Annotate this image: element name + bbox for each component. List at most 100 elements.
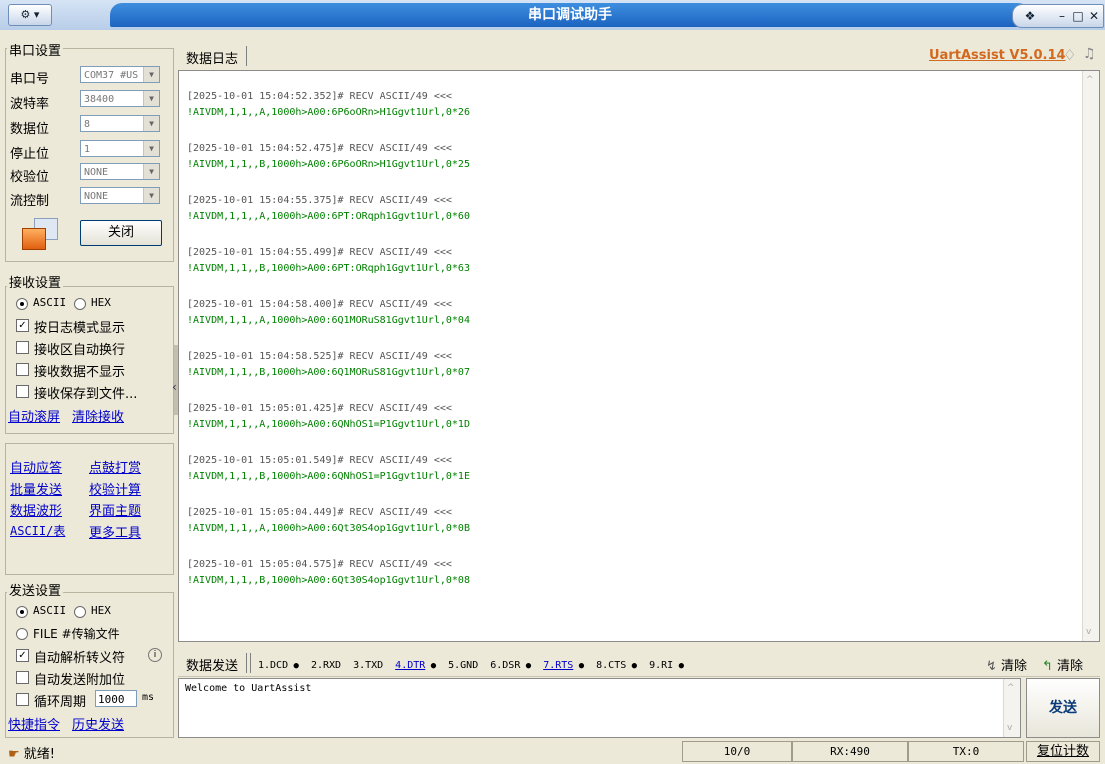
send-input-box[interactable]: Welcome to UartAssist ^ v <box>178 678 1021 738</box>
send-scrollbar[interactable]: ^ v <box>1003 679 1020 737</box>
info-icon[interactable]: i <box>148 648 162 662</box>
status-tx: TX:0 <box>908 741 1024 762</box>
append-bits-checkbox[interactable] <box>16 671 29 684</box>
signal-pin-label: 9.RI <box>649 660 674 671</box>
window-title: 串口调试助手 <box>528 7 612 23</box>
pin-icon[interactable]: ❖ <box>1019 5 1041 27</box>
log-entry-data: !AIVDM,1,1,,B,1000h>A00:6QNhOS1=P1Ggvt1U… <box>187 471 470 482</box>
scroll-down-icon[interactable]: v <box>1007 723 1012 733</box>
clear-send-button[interactable]: ↯ 清除 <box>986 655 1027 674</box>
auto-scroll-link[interactable]: 自动滚屏 <box>8 406 60 425</box>
send-file-radio[interactable] <box>16 628 28 640</box>
signal-pin-label: 8.CTS <box>596 660 627 671</box>
app-menu-button[interactable]: ⚙ ▾ <box>8 4 52 26</box>
stopbits-select[interactable]: 1 ▼ <box>80 140 160 157</box>
auto-wrap-checkbox[interactable] <box>16 341 29 354</box>
signal-pin: 8.CTS ● <box>596 660 637 671</box>
send-toolbar: 数据发送 1.DCD ● 2.RXD 3.TXD 4.DTR ● 5.GND 6.DSR … <box>178 650 1100 677</box>
signal-pin: 1.DCD ● <box>258 660 299 671</box>
diamond-icon[interactable]: ♢ <box>1063 46 1076 64</box>
tool-more[interactable]: 更多工具 <box>89 522 141 541</box>
port-label: 串口号 <box>10 72 50 87</box>
receive-log-area[interactable]: [2025-10-01 15:04:52.352]# RECV ASCII/49… <box>178 70 1100 642</box>
signal-pins: 1.DCD ● 2.RXD 3.TXD 4.DTR ● 5.GND 6.DSR ● 7.RT… <box>258 657 696 671</box>
signal-pin-label: 3.TXD <box>353 660 384 671</box>
databits-select[interactable]: 8 ▼ <box>80 115 160 132</box>
signal-pin: 6.DSR ● <box>490 660 531 671</box>
status-rx: RX:490 <box>792 741 908 762</box>
signal-pin[interactable]: 7.RTS ● <box>543 660 584 671</box>
app-icon: ⚙ <box>20 8 31 21</box>
quick-commands-link[interactable]: 快捷指令 <box>8 714 60 733</box>
log-entry-header: [2025-10-01 15:05:01.549]# RECV ASCII/49… <box>187 455 452 466</box>
tool-waveform[interactable]: 数据波形 <box>10 500 62 519</box>
hide-data-checkbox[interactable] <box>16 363 29 376</box>
databits-label: 数据位 <box>10 122 50 137</box>
send-button[interactable]: 发送 <box>1026 678 1100 738</box>
scroll-up-icon[interactable]: ^ <box>1086 75 1094 85</box>
bell-icon[interactable]: ♫ <box>1083 46 1096 62</box>
send-hex-radio[interactable] <box>74 606 86 618</box>
tool-checksum[interactable]: 校验计算 <box>89 479 141 498</box>
signal-dot-icon: ● <box>425 661 437 671</box>
close-port-button[interactable]: 关闭 <box>80 220 162 246</box>
signal-pin-label: 7.RTS <box>543 660 574 671</box>
cycle-checkbox[interactable] <box>16 693 29 706</box>
tool-theme[interactable]: 界面主题 <box>89 500 141 519</box>
escape-checkbox[interactable]: ✓ <box>16 649 29 662</box>
status-ready: ☛ 就绪! <box>8 747 56 762</box>
log-entry-header: [2025-10-01 15:04:55.499]# RECV ASCII/49… <box>187 247 452 258</box>
save-file-checkbox[interactable] <box>16 385 29 398</box>
log-entry-data: !AIVDM,1,1,,B,1000h>A00:6P6oORn>H1Ggvt1U… <box>187 159 470 170</box>
tool-batch-send[interactable]: 批量发送 <box>10 479 62 498</box>
tool-tip[interactable]: 点鼓打赏 <box>89 457 141 476</box>
signal-dot-icon: ● <box>626 661 638 671</box>
recv-ascii-label: ASCII <box>33 296 67 309</box>
tool-ascii-table[interactable]: ASCII/表 <box>10 522 65 539</box>
tab-data-log[interactable]: 数据日志 <box>186 48 238 67</box>
log-entry-header: [2025-10-01 15:04:58.525]# RECV ASCII/49… <box>187 351 452 362</box>
log-entry-data: !AIVDM,1,1,,B,1000h>A00:6PT:ORqph1Ggvt1U… <box>187 263 470 274</box>
baud-select[interactable]: 38400 ▼ <box>80 90 160 107</box>
save-file-label: 接收保存到文件... <box>34 387 138 402</box>
clear-all-button[interactable]: ↰ 清除 <box>1042 655 1083 674</box>
log-mode-checkbox[interactable]: ✓ <box>16 319 29 332</box>
close-window-button[interactable]: ✕ <box>1083 5 1105 27</box>
cycle-label: 循环周期 <box>34 695 87 710</box>
parity-select[interactable]: NONE ▼ <box>80 163 160 180</box>
signal-pin: 3.TXD <box>353 660 383 671</box>
log-entry-data: !AIVDM,1,1,,B,1000h>A00:6Qt30S4op1Ggvt1U… <box>187 575 470 586</box>
tool-auto-reply[interactable]: 自动应答 <box>10 457 62 476</box>
reset-count-button[interactable]: 复位计数 <box>1026 741 1100 762</box>
brand-version-link[interactable]: UartAssist V5.0.14 <box>929 48 1066 63</box>
flow-select[interactable]: NONE ▼ <box>80 187 160 204</box>
scroll-up-icon[interactable]: ^ <box>1007 683 1015 693</box>
chevron-down-icon: ▼ <box>143 67 159 82</box>
log-entry-data: !AIVDM,1,1,,A,1000h>A00:6PT:ORqph1Ggvt1U… <box>187 211 470 222</box>
recv-ascii-radio[interactable] <box>16 298 28 310</box>
signal-pin: 9.RI ● <box>649 660 684 671</box>
signal-pin: 5.GND <box>448 660 478 671</box>
port-select[interactable]: COM37 #US ▼ <box>80 66 160 83</box>
scroll-down-icon[interactable]: v <box>1086 627 1091 637</box>
clear-receive-link[interactable]: 清除接收 <box>72 406 124 425</box>
cycle-unit: ms <box>142 692 155 703</box>
send-settings-title: 发送设置 <box>7 580 64 599</box>
recv-hex-radio[interactable] <box>74 298 86 310</box>
log-entry-header: [2025-10-01 15:04:52.352]# RECV ASCII/49… <box>187 91 452 102</box>
send-ascii-radio[interactable] <box>16 606 28 618</box>
title-bar: ⚙ ▾ 串口调试助手 ❖ – □ ✕ <box>0 0 1105 30</box>
tab-data-send[interactable]: 数据发送 <box>186 655 238 674</box>
signal-dot-icon: ● <box>520 661 532 671</box>
log-entry-header: [2025-10-01 15:04:55.375]# RECV ASCII/49… <box>187 195 452 206</box>
cycle-period-input[interactable]: 1000 <box>95 690 137 707</box>
signal-pin-label: 5.GND <box>448 660 479 671</box>
collapse-chevron-icon[interactable]: ‹ <box>172 380 177 394</box>
signal-pin[interactable]: 4.DTR ● <box>395 660 436 671</box>
send-input-text: Welcome to UartAssist <box>185 683 312 694</box>
receive-settings-title: 接收设置 <box>7 272 64 291</box>
send-history-link[interactable]: 历史发送 <box>72 714 124 733</box>
log-scrollbar[interactable]: ^ v <box>1082 71 1099 641</box>
baud-label: 波特率 <box>10 97 50 112</box>
send-file-label: FILE #传输文件 <box>33 627 120 641</box>
